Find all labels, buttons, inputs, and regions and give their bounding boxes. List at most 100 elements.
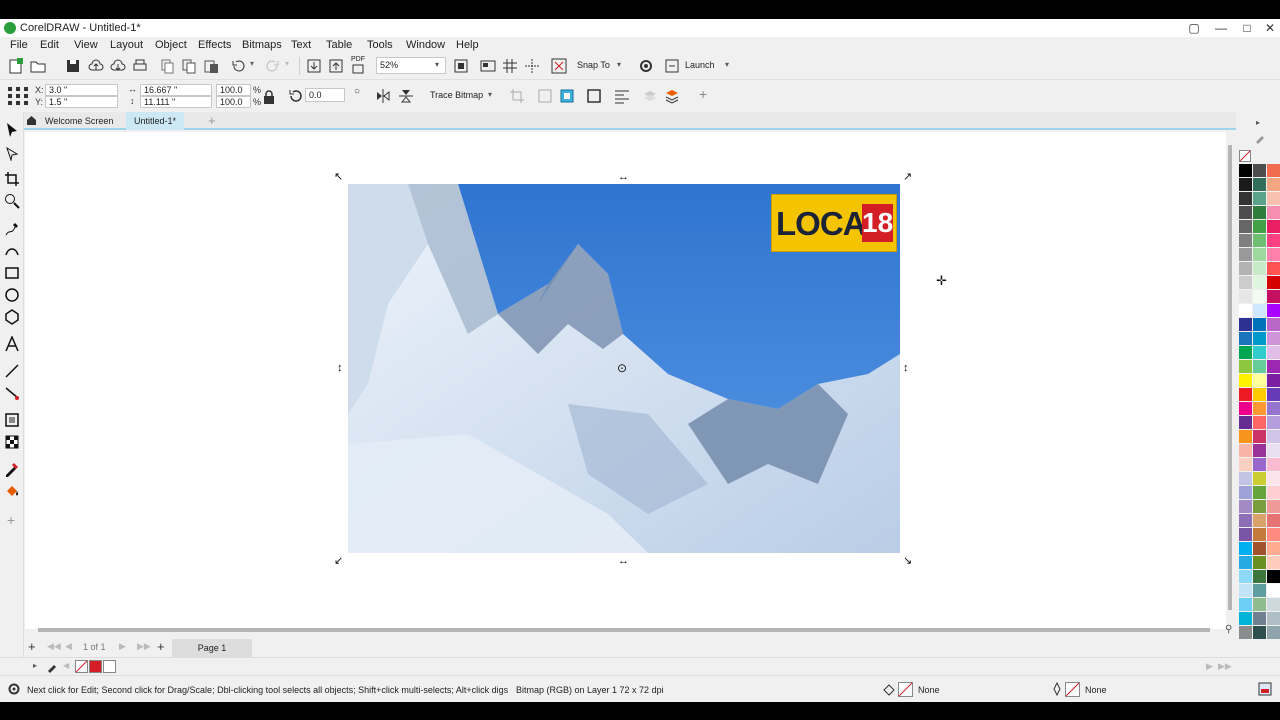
dimension-tool-icon[interactable] [4,363,20,379]
document-palette-eyedropper-icon[interactable] [46,661,58,673]
menu-bitmaps[interactable]: Bitmaps [242,39,282,51]
palette-swatch[interactable] [1253,542,1266,555]
checker-fill-icon[interactable] [4,434,20,450]
palette-swatch[interactable] [1239,276,1252,289]
add-page-after-icon[interactable]: + [157,639,165,654]
copy-icon[interactable] [181,58,197,74]
palette-swatch[interactable] [1253,584,1266,597]
palette-swatch[interactable] [1253,528,1266,541]
paste-icon[interactable] [203,58,219,74]
rotation-angle-field[interactable]: 0.0 [305,88,345,102]
no-color-swatch-icon[interactable] [1239,150,1251,162]
rotate-handle-bottom-left[interactable]: ↙ [334,556,343,567]
launch-chevron-icon[interactable]: ▾ [725,60,729,69]
to-front-icon[interactable] [642,88,658,104]
palette-swatch[interactable] [1267,290,1280,303]
outline-none-swatch[interactable] [1065,682,1080,697]
palette-swatch[interactable] [1267,542,1280,555]
palette-swatch[interactable] [1253,276,1266,289]
snap-to-dropdown[interactable]: Snap To [577,60,610,70]
palette-swatch[interactable] [1239,626,1252,639]
export-icon[interactable] [328,58,344,74]
eyedropper-tool-icon[interactable] [4,461,20,477]
palette-swatch[interactable] [1253,374,1266,387]
palette-swatch[interactable] [1267,178,1280,191]
document-swatch-none[interactable] [75,660,88,673]
palette-swatch[interactable] [1267,206,1280,219]
menu-window[interactable]: Window [406,39,445,51]
palette-swatch[interactable] [1267,514,1280,527]
polygon-tool-icon[interactable] [4,309,20,325]
palette-swatch[interactable] [1239,262,1252,275]
vertical-scrollbar[interactable] [1228,145,1232,610]
palette-swatch[interactable] [1239,178,1252,191]
palette-swatch[interactable] [1239,304,1252,317]
palette-swatch[interactable] [1267,192,1280,205]
palette-swatch[interactable] [1253,570,1266,583]
skew-handle-top[interactable]: ↔ [618,172,629,183]
cut-icon[interactable] [159,58,175,74]
palette-swatch[interactable] [1253,318,1266,331]
menu-tools[interactable]: Tools [367,39,393,51]
palette-swatch[interactable] [1239,206,1252,219]
tab-welcome-screen[interactable]: Welcome Screen [37,112,121,130]
mirror-horizontal-icon[interactable] [375,88,391,104]
palette-swatch[interactable] [1253,402,1266,415]
palette-swatch[interactable] [1253,500,1266,513]
palette-swatch[interactable] [1267,472,1280,485]
palette-swatch[interactable] [1267,430,1280,443]
palette-swatch[interactable] [1239,360,1252,373]
shape-tool-icon[interactable] [4,145,20,161]
launch-icon[interactable] [664,58,680,74]
full-screen-preview-icon[interactable] [480,58,496,74]
new-document-icon[interactable] [8,58,24,74]
palette-swatch[interactable] [1239,402,1252,415]
object-origin-icon[interactable] [7,86,29,106]
palette-swatch[interactable] [1253,248,1266,261]
add-page-before-icon[interactable]: + [28,639,36,654]
menu-text[interactable]: Text [291,39,311,51]
palette-swatch[interactable] [1253,444,1266,457]
palette-swatch[interactable] [1239,332,1252,345]
skew-handle-bottom[interactable]: ↔ [618,556,629,567]
palette-swatch[interactable] [1239,234,1252,247]
palette-swatch[interactable] [1239,542,1252,555]
connector-tool-icon[interactable] [4,385,20,401]
bitmap-bounding-box-icon[interactable] [586,88,602,104]
menu-object[interactable]: Object [155,39,187,51]
show-grid-icon[interactable] [502,58,518,74]
palette-swatch[interactable] [1267,416,1280,429]
undo-dropdown-icon[interactable]: ▾ [250,59,254,68]
color-proof-icon[interactable] [1258,682,1272,696]
crop-bitmap-icon[interactable] [509,88,525,104]
restore-icon[interactable]: ▢ [1183,20,1205,36]
palette-swatch[interactable] [1253,612,1266,625]
scale-height-field[interactable]: 100.0 [216,96,251,108]
palette-swatch[interactable] [1239,486,1252,499]
options-gear-icon[interactable] [638,58,654,74]
x-position-field[interactable]: 3.0 " [45,84,118,96]
palette-swatch[interactable] [1239,612,1252,625]
palette-swatch[interactable] [1239,444,1252,457]
palette-eyedropper-icon[interactable] [1254,132,1266,144]
palette-swatch[interactable] [1239,514,1252,527]
palette-swatch[interactable] [1267,374,1280,387]
palette-swatch[interactable] [1239,458,1252,471]
palette-swatch[interactable] [1239,472,1252,485]
menu-view[interactable]: View [74,39,98,51]
pick-tool-icon[interactable] [4,122,20,138]
redo-icon[interactable] [265,58,281,74]
add-toolbar-icon[interactable]: + [699,86,707,102]
page-1-tab[interactable]: Page 1 [172,639,252,657]
palette-swatch[interactable] [1239,374,1252,387]
document-swatch-white[interactable] [103,660,116,673]
tab-untitled-1[interactable]: Untitled-1* [126,112,185,130]
palette-swatch[interactable] [1253,458,1266,471]
palette-swatch[interactable] [1267,220,1280,233]
crop-tool-icon[interactable] [4,171,20,187]
palette-swatch[interactable] [1253,178,1266,191]
y-position-field[interactable]: 1.5 " [45,96,118,108]
trace-bitmap-chevron-icon[interactable]: ▾ [488,90,492,99]
palette-swatch[interactable] [1239,598,1252,611]
palette-swatch[interactable] [1239,346,1252,359]
